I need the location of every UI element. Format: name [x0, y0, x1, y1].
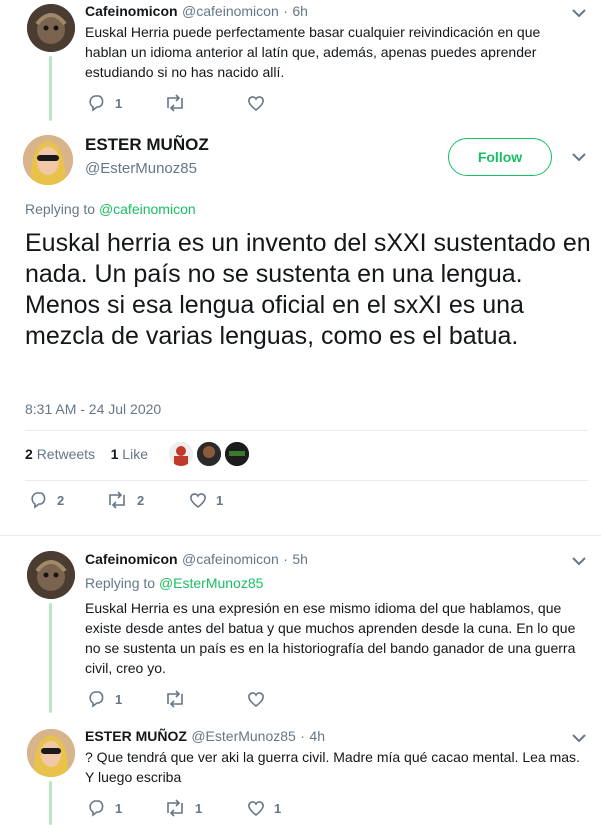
author-name[interactable]: Cafeinomicon — [85, 551, 178, 567]
replying-handle-link[interactable]: @cafeinomicon — [99, 201, 196, 217]
liker-avatar[interactable] — [197, 442, 221, 466]
chevron-down-icon[interactable] — [572, 733, 586, 743]
retweets-label: Retweets — [36, 446, 96, 462]
author-name[interactable]: Cafeinomicon — [85, 3, 178, 19]
divider — [25, 480, 588, 481]
tweet3-header: Cafeinomicon @cafeinomicon · 5h — [85, 551, 308, 569]
reply-icon[interactable] — [88, 799, 106, 817]
avatar-cafeinomicon[interactable] — [27, 4, 75, 52]
tweet-timestamp[interactable]: 8:31 AM - 24 Jul 2020 — [25, 401, 161, 417]
author-name[interactable]: ESTER MUÑOZ — [85, 135, 209, 155]
retweets-stat[interactable]: 2 Retweets — [25, 446, 95, 462]
thread-line — [49, 781, 52, 825]
tweet3-actions: 1 — [88, 690, 288, 708]
liker-avatar[interactable] — [225, 442, 249, 466]
separator: · — [283, 3, 288, 19]
divider — [0, 535, 601, 536]
author-handle[interactable]: @EsterMunoz85 — [85, 160, 197, 177]
tweet1-actions: 1 — [88, 94, 288, 112]
divider — [25, 430, 588, 431]
thread-line — [49, 56, 52, 121]
separator: · — [300, 728, 305, 744]
like-count: 1 — [274, 801, 282, 816]
tweet-text: Euskal Herria puede perfectamente basar … — [85, 24, 541, 80]
tweet-time[interactable]: 5h — [292, 551, 308, 567]
like-icon[interactable] — [247, 95, 265, 111]
reply-count: 2 — [57, 493, 65, 508]
retweet-count: 2 — [137, 493, 145, 508]
author-handle[interactable]: @cafeinomicon — [182, 551, 279, 567]
reply-count: 1 — [115, 801, 123, 816]
like-icon[interactable] — [247, 800, 265, 816]
retweet-icon[interactable] — [164, 94, 186, 112]
replying-prefix: Replying to — [85, 575, 156, 591]
main-tweet-actions: 2 2 1 — [30, 491, 250, 511]
reply-count: 1 — [115, 96, 123, 111]
avatar-cafeinomicon[interactable] — [27, 551, 75, 599]
tweet-time[interactable]: 4h — [309, 728, 325, 744]
avatar-ester[interactable] — [23, 135, 73, 185]
like-icon[interactable] — [247, 691, 265, 707]
author-name[interactable]: ESTER MUÑOZ — [85, 728, 187, 744]
follow-button[interactable]: Follow — [448, 138, 552, 176]
reply-icon[interactable] — [30, 491, 48, 509]
tweet-text: ? Que tendrá que ver aki la guerra civil… — [85, 749, 580, 785]
tweet-text: Euskal Herria es una expresión en ese mi… — [85, 600, 576, 676]
likes-label: Like — [122, 446, 148, 462]
reply-icon[interactable] — [88, 690, 106, 708]
reply-icon[interactable] — [88, 94, 106, 112]
tweet-time[interactable]: 6h — [292, 3, 308, 19]
author-handle[interactable]: @cafeinomicon — [182, 3, 279, 19]
replying-handle-link[interactable]: @EsterMunoz85 — [159, 575, 263, 591]
retweet-icon[interactable] — [164, 799, 186, 817]
retweet-icon[interactable] — [106, 491, 128, 509]
tweet1-header: Cafeinomicon @cafeinomicon · 6h — [85, 3, 308, 21]
like-count: 1 — [216, 493, 224, 508]
likes-count: 1 — [110, 446, 119, 462]
tweet4-actions: 1 1 1 — [88, 799, 308, 817]
liker-avatar[interactable] — [169, 442, 193, 466]
chevron-down-icon[interactable] — [572, 8, 586, 18]
main-tweet-text: Euskal herria es un invento del sXXI sus… — [25, 229, 591, 350]
tweet4-header: ESTER MUÑOZ @EsterMunoz85 · 4h — [85, 728, 325, 746]
chevron-down-icon[interactable] — [572, 556, 586, 566]
avatar-ester[interactable] — [27, 729, 75, 777]
engagement-stats: 2 Retweets 1 Like — [25, 446, 148, 462]
reply-count: 1 — [115, 692, 123, 707]
retweets-count: 2 — [25, 446, 33, 462]
like-icon[interactable] — [189, 492, 207, 508]
likes-stat[interactable]: 1 Like — [111, 446, 148, 462]
replying-to: Replying to @EsterMunoz85 — [85, 575, 263, 591]
retweet-count: 1 — [195, 801, 203, 816]
author-handle[interactable]: @EsterMunoz85 — [191, 728, 295, 744]
thread-line — [49, 603, 52, 713]
chevron-down-icon[interactable] — [572, 152, 586, 162]
retweet-icon[interactable] — [164, 690, 186, 708]
replying-to: Replying to @cafeinomicon — [25, 201, 196, 217]
replying-prefix: Replying to — [25, 201, 96, 217]
separator: · — [283, 551, 288, 567]
